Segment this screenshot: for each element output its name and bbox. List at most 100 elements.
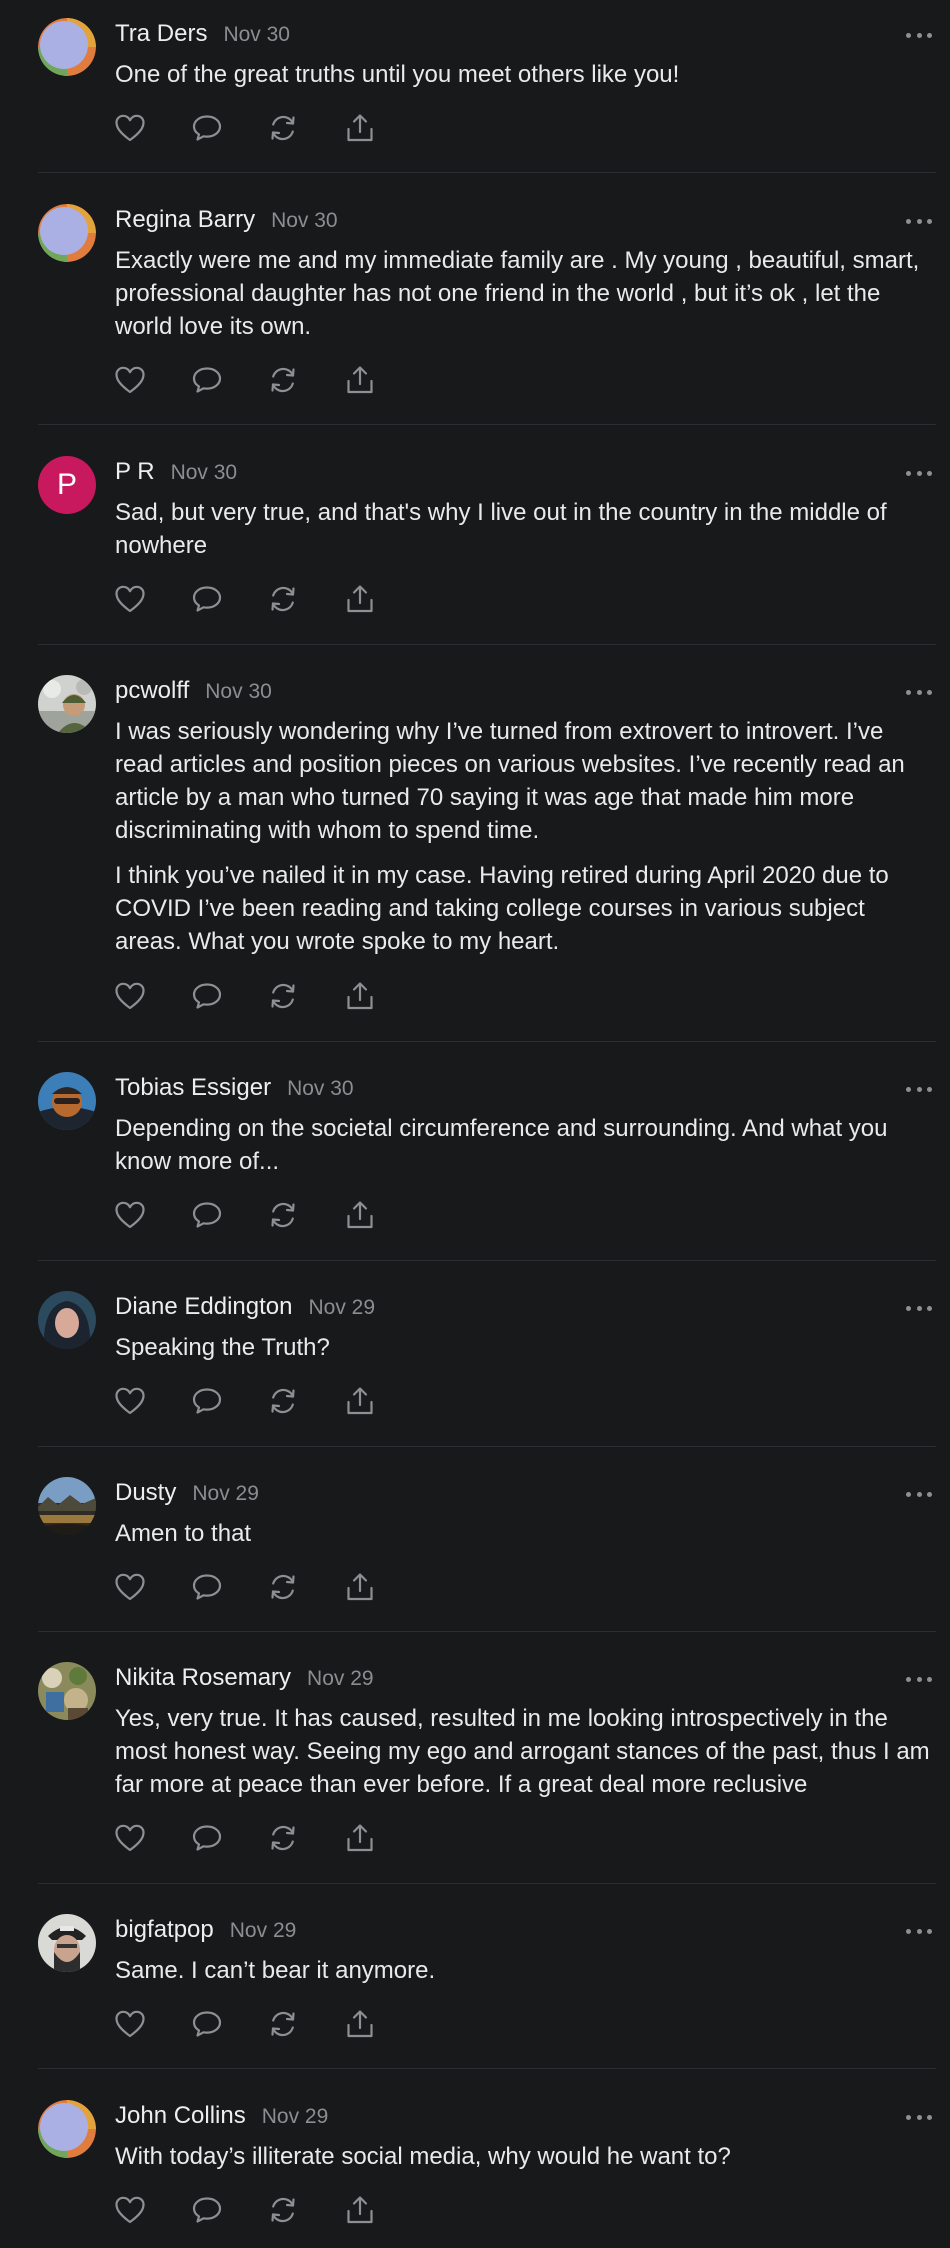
more-options-icon[interactable] xyxy=(906,1489,932,1499)
restack-icon[interactable] xyxy=(266,1570,300,1604)
heart-icon[interactable] xyxy=(113,582,147,616)
share-icon[interactable] xyxy=(343,363,377,397)
more-options-icon[interactable] xyxy=(906,2112,932,2122)
comment-icon[interactable] xyxy=(190,363,224,397)
comment-date[interactable]: Nov 29 xyxy=(307,1667,374,1691)
avatar[interactable] xyxy=(38,2100,96,2158)
more-options-icon[interactable] xyxy=(906,687,932,697)
heart-icon[interactable] xyxy=(113,2007,147,2041)
heart-icon[interactable] xyxy=(113,111,147,145)
share-icon[interactable] xyxy=(343,582,377,616)
author-name[interactable]: Dusty xyxy=(115,1479,176,1507)
heart-icon[interactable] xyxy=(113,363,147,397)
comment-text: Depending on the societal circumference … xyxy=(115,1115,888,1175)
more-options-icon[interactable] xyxy=(906,1084,932,1094)
comment-header: Dusty Nov 29 xyxy=(115,1479,259,1513)
avatar[interactable] xyxy=(38,204,96,262)
comment-date[interactable]: Nov 30 xyxy=(223,23,290,47)
comment-text: Yes, very true. It has caused, resulted … xyxy=(115,1705,930,1798)
avatar[interactable] xyxy=(38,1662,96,1720)
author-name[interactable]: Nikita Rosemary xyxy=(115,1664,291,1692)
heart-icon[interactable] xyxy=(113,1821,147,1855)
author-name[interactable]: Regina Barry xyxy=(115,206,255,234)
restack-icon[interactable] xyxy=(266,1198,300,1232)
avatar[interactable] xyxy=(38,1477,96,1535)
author-name[interactable]: Tobias Essiger xyxy=(115,1074,271,1102)
comment-icon[interactable] xyxy=(190,1384,224,1418)
avatar[interactable] xyxy=(38,1072,96,1130)
author-name[interactable]: bigfatpop xyxy=(115,1916,214,1944)
comment-date[interactable]: Nov 29 xyxy=(262,2105,329,2129)
restack-icon[interactable] xyxy=(266,1384,300,1418)
more-options-icon[interactable] xyxy=(906,1926,932,1936)
comment-icon[interactable] xyxy=(190,1821,224,1855)
comment-date[interactable]: Nov 30 xyxy=(171,461,238,485)
restack-icon[interactable] xyxy=(266,363,300,397)
comment-header: John Collins Nov 29 xyxy=(115,2102,328,2136)
heart-icon[interactable] xyxy=(113,1198,147,1232)
comment-date[interactable]: Nov 30 xyxy=(287,1077,354,1101)
comment-header: Regina Barry Nov 30 xyxy=(115,206,338,240)
share-icon[interactable] xyxy=(343,1570,377,1604)
author-name[interactable]: pcwolff xyxy=(115,677,189,705)
more-options-icon[interactable] xyxy=(906,216,932,226)
avatar[interactable] xyxy=(38,18,96,76)
comment-date[interactable]: Nov 30 xyxy=(271,209,338,233)
restack-icon[interactable] xyxy=(266,1821,300,1855)
author-name[interactable]: P R xyxy=(115,458,155,486)
comment-header: Diane Eddington Nov 29 xyxy=(115,1293,375,1327)
avatar[interactable] xyxy=(38,1291,96,1349)
comment-date[interactable]: Nov 30 xyxy=(205,680,272,704)
more-options-icon[interactable] xyxy=(906,468,932,478)
comment-text: With today’s illiterate social media, wh… xyxy=(115,2143,731,2170)
restack-icon[interactable] xyxy=(266,582,300,616)
comment-icon[interactable] xyxy=(190,582,224,616)
avatar[interactable] xyxy=(38,1914,96,1972)
restack-icon[interactable] xyxy=(266,2193,300,2227)
divider xyxy=(38,424,936,425)
more-options-icon[interactable] xyxy=(906,1674,932,1684)
comment-text: I think you’ve nailed it in my case. Hav… xyxy=(115,862,889,955)
comment-icon[interactable] xyxy=(190,1198,224,1232)
avatar[interactable]: P xyxy=(38,456,96,514)
heart-icon[interactable] xyxy=(113,2193,147,2227)
author-name[interactable]: John Collins xyxy=(115,2102,246,2130)
share-icon[interactable] xyxy=(343,2007,377,2041)
more-options-icon[interactable] xyxy=(906,30,932,40)
author-name[interactable]: Diane Eddington xyxy=(115,1293,292,1321)
share-icon[interactable] xyxy=(343,979,377,1013)
comment-header: P R Nov 30 xyxy=(115,458,237,492)
share-icon[interactable] xyxy=(343,2193,377,2227)
share-icon[interactable] xyxy=(343,1198,377,1232)
share-icon[interactable] xyxy=(343,1384,377,1418)
divider xyxy=(38,1883,936,1884)
comment-text: One of the great truths until you meet o… xyxy=(115,61,680,88)
comment-date[interactable]: Nov 29 xyxy=(230,1919,297,1943)
restack-icon[interactable] xyxy=(266,979,300,1013)
divider xyxy=(38,1631,936,1632)
comment-date[interactable]: Nov 29 xyxy=(308,1296,375,1320)
share-icon[interactable] xyxy=(343,111,377,145)
comment-text: I was seriously wondering why I’ve turne… xyxy=(115,718,905,844)
comment-icon[interactable] xyxy=(190,2193,224,2227)
share-icon[interactable] xyxy=(343,1821,377,1855)
comment-text: Speaking the Truth? xyxy=(115,1334,330,1361)
comment-text: Sad, but very true, and that's why I liv… xyxy=(115,499,887,559)
comment-icon[interactable] xyxy=(190,2007,224,2041)
heart-icon[interactable] xyxy=(113,1570,147,1604)
heart-icon[interactable] xyxy=(113,979,147,1013)
comment-header: pcwolff Nov 30 xyxy=(115,677,272,711)
heart-icon[interactable] xyxy=(113,1384,147,1418)
more-options-icon[interactable] xyxy=(906,1303,932,1313)
restack-icon[interactable] xyxy=(266,111,300,145)
comment-icon[interactable] xyxy=(190,1570,224,1604)
comment-icon[interactable] xyxy=(190,111,224,145)
author-name[interactable]: Tra Ders xyxy=(115,20,207,48)
restack-icon[interactable] xyxy=(266,2007,300,2041)
avatar[interactable] xyxy=(38,675,96,733)
comment-date[interactable]: Nov 29 xyxy=(192,1482,259,1506)
avatar-letter: P xyxy=(56,468,77,501)
comment-icon[interactable] xyxy=(190,979,224,1013)
comment-header: bigfatpop Nov 29 xyxy=(115,1916,296,1950)
comment-header: Tobias Essiger Nov 30 xyxy=(115,1074,354,1108)
